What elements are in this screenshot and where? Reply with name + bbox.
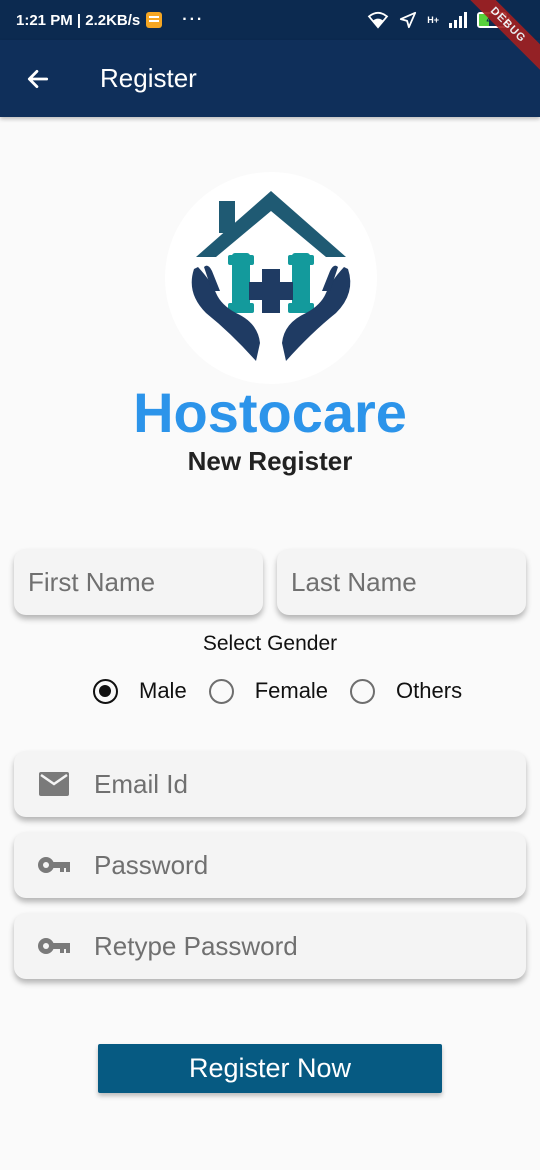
location-icon <box>400 11 417 29</box>
retype-password-field[interactable] <box>14 913 526 979</box>
gender-option-male[interactable]: Male <box>93 678 209 704</box>
app-bar-title: Register <box>100 63 197 93</box>
signal-icon <box>449 12 467 28</box>
app-bar: Register <box>0 40 540 117</box>
gender-option-female[interactable]: Female <box>208 678 350 704</box>
battery-icon: 40 <box>477 12 510 28</box>
field-icon-wrap <box>14 751 94 817</box>
logo <box>165 172 377 384</box>
register-now-button[interactable]: Register Now <box>98 1044 442 1093</box>
last-name-field[interactable] <box>277 549 526 615</box>
email-input[interactable] <box>94 768 526 800</box>
gender-label: Select Gender <box>202 632 338 655</box>
first-name-field[interactable] <box>14 549 263 615</box>
radio-female[interactable] <box>208 678 234 704</box>
gender-option-label: Male <box>139 678 187 703</box>
status-left: 1:21 PM | 2.2KB/s ··· <box>16 11 204 29</box>
gender-radio-group: Male Female Others <box>93 676 484 706</box>
field-icon-wrap <box>14 832 94 898</box>
key-icon <box>38 857 70 873</box>
radio-others[interactable] <box>350 678 376 704</box>
retype-password-input[interactable] <box>94 930 526 962</box>
status-right: H+ 40 <box>367 11 510 29</box>
more-notifications-icon: ··· <box>182 11 205 28</box>
arrow-left-icon <box>27 69 49 88</box>
battery-level: 40 <box>486 14 498 26</box>
wifi-icon <box>367 11 389 29</box>
gender-option-others[interactable]: Others <box>350 678 484 704</box>
back-button[interactable] <box>10 51 66 107</box>
password-input[interactable] <box>94 849 526 881</box>
brand-name: Hostocare <box>133 381 407 444</box>
key-icon <box>38 938 70 954</box>
password-field[interactable] <box>14 832 526 898</box>
email-field[interactable] <box>14 751 526 817</box>
page-subtitle: New Register <box>187 446 353 476</box>
house-hands-logo-icon <box>191 191 351 361</box>
status-time: 1:21 PM | 2.2KB/s <box>16 11 141 29</box>
last-name-input[interactable] <box>291 566 526 598</box>
gender-option-label: Others <box>396 678 463 703</box>
gender-option-label: Female <box>254 678 329 703</box>
radio-male[interactable] <box>93 678 118 704</box>
mail-icon <box>39 772 69 796</box>
field-icon-wrap <box>14 913 94 979</box>
first-name-input[interactable] <box>28 566 263 598</box>
notification-icon <box>146 12 163 28</box>
status-bar: 1:21 PM | 2.2KB/s ··· H+ 40 <box>0 0 540 40</box>
network-type: H+ <box>427 15 439 25</box>
